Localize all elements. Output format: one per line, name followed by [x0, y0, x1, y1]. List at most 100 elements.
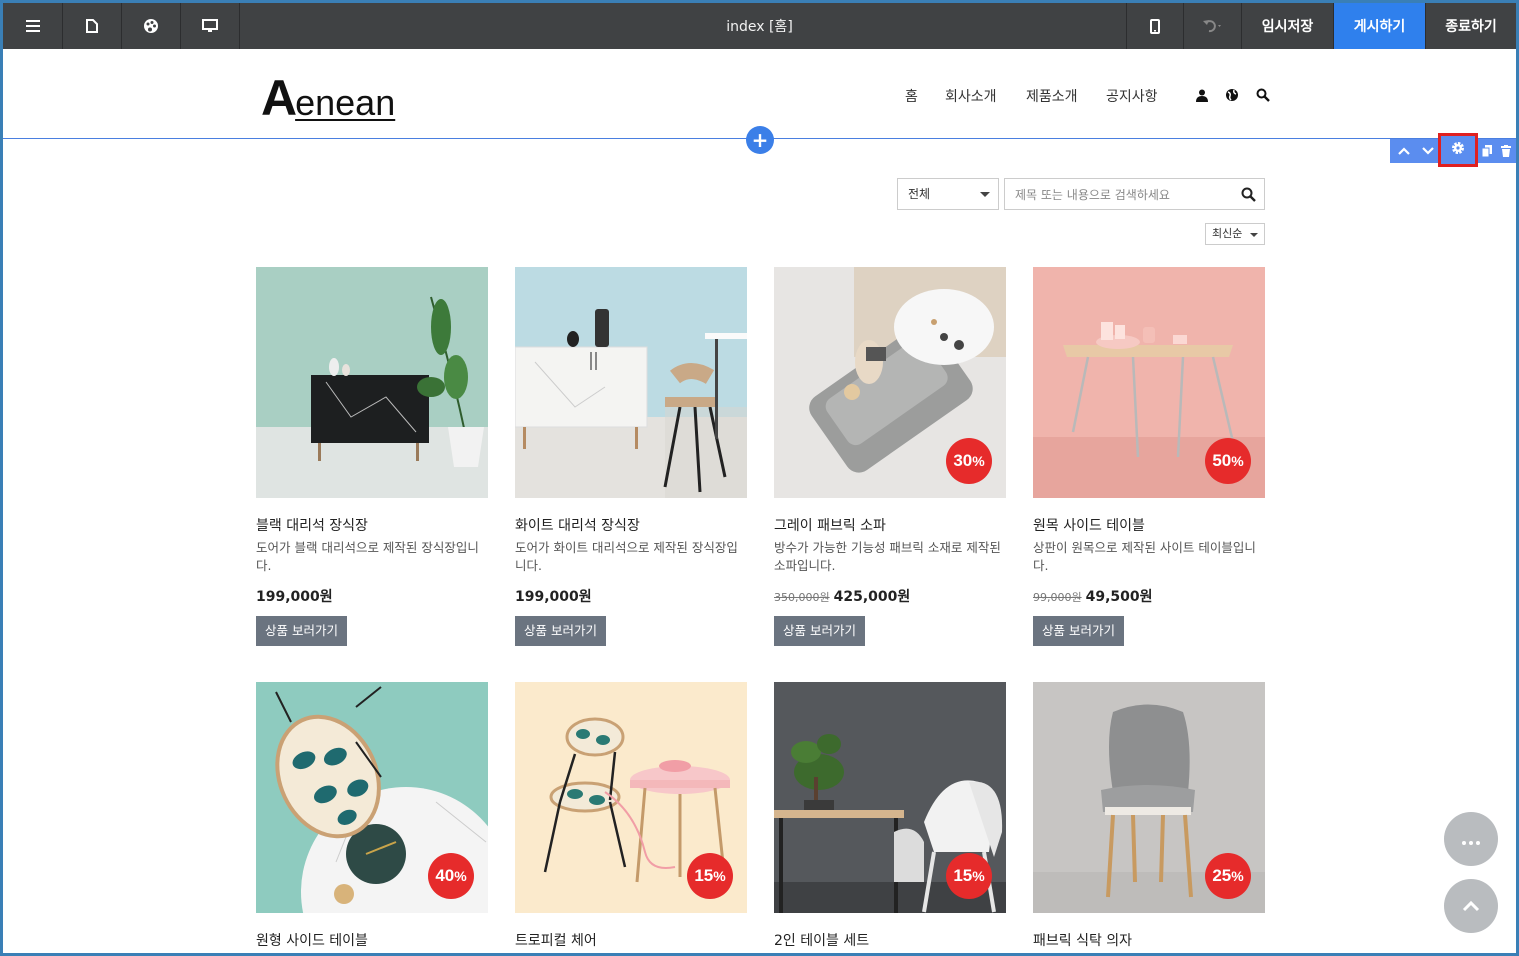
- nav-item-products[interactable]: 제품소개: [1026, 86, 1078, 106]
- undo-icon: [1202, 19, 1224, 33]
- product-image[interactable]: 30%: [774, 267, 1006, 498]
- product-name[interactable]: 블랙 대리석 장식장: [256, 515, 368, 535]
- product-price: 199,000원: [256, 586, 333, 606]
- mobile-view-button[interactable]: [1126, 3, 1184, 49]
- product-image[interactable]: 40%: [256, 682, 488, 913]
- discount-badge: 50%: [1205, 438, 1251, 484]
- search-field[interactable]: [1004, 178, 1265, 210]
- discount-value: 15: [953, 866, 973, 885]
- discount-value: 15: [694, 866, 714, 885]
- menu-icon: [25, 20, 40, 32]
- sort-select-value: 최신순: [1212, 227, 1243, 240]
- discount-badge: 15%: [946, 853, 992, 899]
- editor-frame: index [홈] 임시저장 게시하기 종료하기 Aenean 홈 회사소개 제…: [3, 3, 1516, 953]
- original-price: 350,000원: [774, 591, 830, 604]
- product-image[interactable]: [515, 267, 747, 498]
- product-name[interactable]: 화이트 대리석 장식장: [515, 515, 640, 535]
- view-product-button[interactable]: 상품 보러가기: [515, 616, 606, 646]
- search-icon[interactable]: [1256, 87, 1270, 106]
- discount-unit: %: [1231, 453, 1244, 469]
- discount-value: 40: [435, 866, 455, 885]
- plus-icon: +: [751, 128, 769, 152]
- more-icon: [1462, 830, 1480, 849]
- product-price-value: 49,500원: [1085, 589, 1153, 605]
- product-price-value: 199,000원: [256, 589, 333, 605]
- nav-item-notice[interactable]: 공지사항: [1106, 86, 1158, 106]
- sort-select[interactable]: 최신순: [1205, 223, 1265, 245]
- search-submit-icon[interactable]: [1241, 187, 1256, 206]
- product-name[interactable]: 2인 테이블 세트: [774, 930, 869, 950]
- discount-unit: %: [713, 868, 726, 884]
- category-select[interactable]: 전체: [897, 178, 999, 210]
- page-button[interactable]: [63, 3, 122, 49]
- product-price: 350,000원 425,000원: [774, 586, 910, 606]
- more-options-button[interactable]: [1444, 812, 1498, 866]
- product-card[interactable]: 40% 원형 사이드 테이블: [256, 682, 488, 949]
- view-product-button[interactable]: 상품 보러가기: [774, 616, 865, 646]
- desktop-view-button[interactable]: [181, 3, 240, 49]
- discount-badge: 15%: [687, 853, 733, 899]
- product-card[interactable]: 25% 패브릭 식탁 의자: [1033, 682, 1265, 949]
- publish-button[interactable]: 게시하기: [1334, 3, 1426, 49]
- scroll-top-button[interactable]: [1444, 879, 1498, 933]
- copy-icon[interactable]: [1478, 139, 1496, 163]
- temp-save-label: 임시저장: [1261, 19, 1314, 35]
- product-card[interactable]: 50% 원목 사이드 테이블 상판이 원목으로 제작된 사이트 테이블입니다. …: [1033, 267, 1265, 646]
- product-description: 방수가 가능한 기능성 패브릭 소재로 제작된 소파입니다.: [774, 540, 1001, 573]
- settings-button[interactable]: [1438, 133, 1478, 167]
- chevron-down-icon: [1250, 233, 1258, 237]
- temp-save-button[interactable]: 임시저장: [1242, 3, 1334, 49]
- product-name[interactable]: 패브릭 식탁 의자: [1033, 930, 1132, 950]
- search-input[interactable]: [1015, 186, 1225, 204]
- move-down-icon[interactable]: [1417, 139, 1439, 163]
- discount-unit: %: [972, 453, 985, 469]
- mobile-icon: [1150, 18, 1160, 34]
- product-image[interactable]: 50%: [1033, 267, 1265, 498]
- nav-item-about[interactable]: 회사소개: [945, 86, 997, 106]
- nav-item-home[interactable]: 홈: [905, 86, 918, 106]
- product-price-value: 199,000원: [515, 589, 592, 605]
- settings-icon: [1451, 136, 1465, 160]
- move-up-icon[interactable]: [1393, 139, 1415, 163]
- site-logo[interactable]: Aenean: [261, 69, 395, 127]
- desktop-icon: [202, 19, 218, 33]
- menu-button[interactable]: [3, 3, 63, 49]
- product-image[interactable]: [256, 267, 488, 498]
- product-name[interactable]: 원형 사이드 테이블: [256, 930, 368, 950]
- product-price-value: 425,000원: [833, 589, 911, 605]
- product-price: 99,000원 49,500원: [1033, 586, 1153, 606]
- product-image[interactable]: 25%: [1033, 682, 1265, 913]
- delete-icon[interactable]: [1496, 139, 1516, 163]
- view-product-button[interactable]: 상품 보러가기: [1033, 616, 1124, 646]
- product-price: 199,000원: [515, 586, 592, 606]
- product-name[interactable]: 그레이 패브릭 소파: [774, 515, 886, 535]
- product-image[interactable]: 15%: [515, 682, 747, 913]
- product-name[interactable]: 트로피컬 체어: [515, 930, 597, 950]
- product-card[interactable]: 화이트 대리석 장식장 도어가 화이트 대리석으로 제작된 장식장입니다. 19…: [515, 267, 747, 646]
- page-icon: [86, 19, 98, 33]
- logo-initial: A: [261, 70, 297, 126]
- product-card[interactable]: 블랙 대리석 장식장 도어가 블랙 대리석으로 제작된 장식장입니다. 199,…: [256, 267, 488, 646]
- discount-value: 25: [1212, 866, 1232, 885]
- section-toolbar: [1390, 133, 1516, 167]
- product-image[interactable]: 15%: [774, 682, 1006, 913]
- palette-icon: [143, 18, 159, 34]
- exit-label: 종료하기: [1445, 19, 1497, 35]
- exit-button[interactable]: 종료하기: [1426, 3, 1516, 49]
- discount-value: 30: [953, 451, 973, 470]
- view-product-button[interactable]: 상품 보러가기: [256, 616, 347, 646]
- chevron-down-icon: [980, 192, 990, 197]
- product-card[interactable]: 15% 트로피컬 체어: [515, 682, 747, 949]
- add-section-button[interactable]: +: [746, 126, 774, 154]
- design-button[interactable]: [122, 3, 181, 49]
- discount-badge: 30%: [946, 438, 992, 484]
- category-select-value: 전체: [908, 187, 931, 201]
- product-card[interactable]: 15% 2인 테이블 세트: [774, 682, 1006, 949]
- product-name[interactable]: 원목 사이드 테이블: [1033, 515, 1145, 535]
- discount-badge: 25%: [1205, 853, 1251, 899]
- user-icon[interactable]: [1196, 87, 1208, 106]
- product-card[interactable]: 30% 그레이 패브릭 소파 방수가 가능한 기능성 패브릭 소재로 제작된 소…: [774, 267, 1006, 646]
- undo-button[interactable]: [1184, 3, 1242, 49]
- chevron-up-icon: [1462, 897, 1480, 916]
- globe-icon[interactable]: [1225, 87, 1239, 106]
